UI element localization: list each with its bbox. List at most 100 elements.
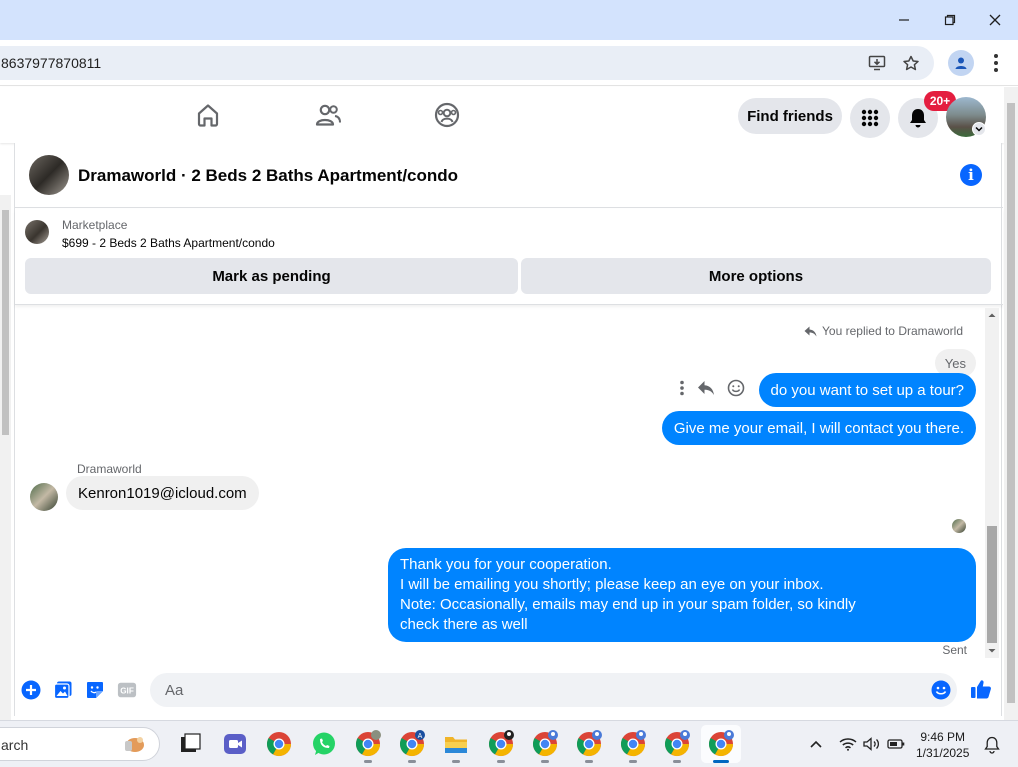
message-bubble-incoming[interactable]: Kenron1019@icloud.com [66, 476, 259, 510]
taskbar-chrome[interactable] [265, 730, 293, 758]
chrome-icon [488, 730, 514, 757]
maximize-button[interactable] [927, 6, 973, 34]
emoji-icon[interactable] [931, 680, 951, 700]
like-thumbs-up-icon[interactable] [970, 678, 992, 700]
reply-indicator-text: You replied to Dramaworld [822, 324, 963, 338]
running-indicator [452, 760, 460, 763]
wifi-icon[interactable] [839, 737, 857, 751]
search-highlight-icon [125, 737, 144, 752]
mark-as-pending-button[interactable]: Mark as pending [25, 258, 518, 294]
taskbar-chrome-profile[interactable] [531, 730, 559, 763]
taskbar-chrome-profile[interactable] [354, 730, 382, 763]
minimize-icon [899, 19, 909, 21]
taskbar-chrome-profile[interactable] [487, 730, 515, 763]
taskbar-search-box[interactable]: arch [0, 727, 160, 761]
plus-icon[interactable] [21, 680, 41, 700]
menu-button[interactable] [850, 98, 890, 138]
messenger-chat-window: Dramaworld · 2 Beds 2 Baths Apartment/co… [14, 143, 1003, 716]
gif-icon[interactable]: GIF [117, 680, 137, 700]
message-line: check there as well [400, 616, 528, 633]
running-indicator [673, 760, 681, 763]
chrome-icon [355, 730, 381, 757]
account-menu-chevron[interactable] [972, 122, 986, 136]
clock-time: 9:46 PM [920, 730, 966, 744]
message-composer: GIF [15, 668, 1003, 716]
listing-thumbnail[interactable] [25, 220, 49, 244]
windows-taskbar: arch A 9:46 PM 1/31/2025 [0, 720, 1018, 767]
home-icon[interactable] [194, 101, 222, 129]
taskbar-chrome-active[interactable] [701, 725, 741, 763]
install-app-icon[interactable] [868, 55, 888, 71]
close-icon [989, 14, 1001, 26]
more-options-button[interactable]: More options [521, 258, 991, 294]
running-indicator [364, 760, 372, 763]
message-bubble-outgoing[interactable]: Give me your email, I will contact you t… [661, 411, 976, 445]
listing-title[interactable]: $699 - 2 Beds 2 Baths Apartment/condo [62, 236, 275, 250]
seen-indicator-avatar [952, 519, 966, 533]
browser-scrollbar-thumb[interactable] [1007, 103, 1015, 703]
taskbar-task-view[interactable] [176, 730, 204, 758]
reply-indicator: You replied to Dramaworld [804, 324, 963, 338]
taskbar-chrome-profile[interactable] [663, 730, 691, 763]
battery-icon[interactable] [887, 738, 905, 750]
bookmark-star-icon[interactable] [901, 55, 921, 71]
kebab-icon-dot [994, 61, 998, 65]
chrome-icon [664, 730, 690, 757]
running-indicator [585, 760, 593, 763]
taskbar-meet[interactable] [221, 730, 249, 758]
message-input[interactable] [150, 673, 910, 707]
react-icon[interactable] [727, 379, 745, 397]
page-scrollbar-thumb[interactable] [2, 210, 9, 435]
message-actions [679, 379, 745, 397]
taskbar-file-explorer[interactable] [442, 730, 470, 763]
sender-name: Dramaworld [77, 462, 142, 476]
more-icon[interactable] [679, 380, 685, 396]
listing-category: Marketplace [62, 218, 128, 232]
groups-icon[interactable] [433, 101, 461, 129]
grid-menu-icon [861, 109, 879, 127]
taskbar-chrome-profile[interactable] [619, 730, 647, 763]
system-clock[interactable]: 9:46 PM 1/31/2025 [916, 729, 969, 761]
chevron-down-icon [975, 126, 983, 132]
meet-icon [224, 734, 246, 754]
scroll-up-arrow-icon[interactable] [985, 310, 999, 320]
taskbar-whatsapp[interactable] [310, 730, 338, 758]
profile-icon [955, 57, 967, 69]
browser-menu-button[interactable] [988, 54, 1004, 72]
folder-icon [445, 737, 467, 753]
browser-profile-button[interactable] [948, 50, 974, 76]
browser-scrollbar[interactable] [1004, 87, 1018, 720]
close-window-button[interactable] [972, 6, 1018, 34]
marketplace-listing-bar: Marketplace $699 - 2 Beds 2 Baths Apartm… [15, 209, 1003, 305]
info-icon[interactable]: i [960, 164, 982, 186]
message-bubble-outgoing[interactable]: do you want to set up a tour? [758, 373, 976, 407]
chat-avatar[interactable] [29, 155, 69, 195]
sender-avatar[interactable] [30, 483, 58, 511]
message-line: I will be emailing you shortly; please k… [400, 576, 824, 593]
find-friends-button[interactable]: Find friends [738, 98, 842, 134]
notification-bell-icon[interactable] [984, 736, 1000, 754]
url-text: 8637977870811 [1, 55, 102, 71]
message-input-box[interactable] [150, 673, 957, 707]
photo-icon[interactable] [53, 680, 73, 700]
svg-text:GIF: GIF [120, 687, 134, 696]
volume-icon[interactable] [863, 737, 881, 751]
friends-icon[interactable] [314, 101, 342, 129]
address-bar[interactable]: 8637977870811 [0, 46, 934, 80]
chat-title[interactable]: Dramaworld · 2 Beds 2 Baths Apartment/co… [78, 166, 458, 186]
message-line: Thank you for your cooperation. [400, 556, 612, 573]
chat-header: Dramaworld · 2 Beds 2 Baths Apartment/co… [15, 143, 1003, 208]
taskbar-search-text: arch [1, 737, 29, 753]
taskbar-chrome-profile[interactable] [575, 730, 603, 763]
minimize-button[interactable] [881, 6, 927, 34]
message-bubble-outgoing[interactable]: Thank you for your cooperation. I will b… [388, 548, 976, 642]
page-scrollbar[interactable] [0, 195, 11, 720]
whatsapp-icon [313, 732, 335, 755]
sticker-icon[interactable] [85, 680, 105, 700]
chat-scrollbar[interactable] [985, 308, 999, 658]
chat-scrollbar-thumb[interactable] [987, 526, 997, 643]
reply-icon[interactable] [697, 380, 715, 396]
taskbar-chrome-profile[interactable]: A [398, 730, 426, 763]
scroll-down-arrow-icon[interactable] [985, 646, 999, 656]
show-hidden-icons-chevron-up-icon[interactable] [809, 739, 823, 749]
